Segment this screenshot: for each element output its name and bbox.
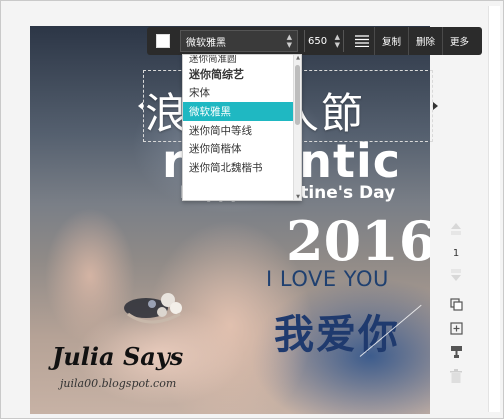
font-option[interactable]: 迷你简综艺 [183,65,301,84]
font-option-selected[interactable]: 微软雅黑 [183,102,301,121]
font-family-select[interactable]: 微软雅黑 ▲ ▼ [180,30,298,52]
selection-handle-left[interactable] [138,102,143,110]
selection-handle-right[interactable] [433,102,438,110]
align-justify-icon[interactable] [350,30,374,52]
font-color-swatch[interactable] [156,34,170,48]
font-option[interactable]: 迷你简中等线 [183,121,301,140]
year-text[interactable]: 2016 [286,209,430,273]
chevron-updown-icon: ▲ ▼ [286,33,292,49]
layer-up-icon[interactable] [448,220,464,236]
scroll-up-icon[interactable]: ▲ [294,55,301,61]
add-page-icon[interactable] [448,320,464,336]
format-brush-icon[interactable] [448,344,464,360]
more-button[interactable]: 更多 [442,27,476,55]
font-size-value: 650 [308,35,328,47]
duplicate-icon[interactable] [448,296,464,312]
text-toolbar: 微软雅黑 ▲ ▼ 650 ▲ ▼ 复制 删除 更多 [147,27,482,55]
scrollbar-thumb[interactable] [295,65,300,125]
chinese-love-text[interactable]: 我爱你 [274,302,400,360]
font-option[interactable]: 迷你简北魏楷书 [183,158,301,177]
dropdown-scrollbar[interactable]: ▲ ▼ [293,55,301,200]
delete-button[interactable]: 删除 [408,27,442,55]
chevron-updown-icon: ▲ ▼ [334,33,340,49]
font-family-dropdown: 迷你简准圆 迷你简综艺 宋体 微软雅黑 迷你简中等线 迷你简楷体 迷你简北魏楷书… [182,54,302,201]
copy-button[interactable]: 复制 [374,27,408,55]
ring-image [124,293,182,324]
layer-level: 1 [452,248,460,259]
i-love-you-text[interactable]: I LOVE YOU [266,267,389,291]
layer-down-icon[interactable] [448,268,464,284]
watermark-url: juila00.blogspot.com [60,377,177,390]
font-option[interactable]: 宋体 [183,84,301,103]
trash-icon[interactable] [448,368,464,384]
scroll-down-icon[interactable]: ▼ [294,194,301,200]
font-size-select[interactable]: 650 ▲ ▼ [304,30,344,52]
right-scroll-gutter[interactable] [488,6,500,412]
watermark-title: Julia Says [52,342,184,371]
font-option[interactable]: 迷你简准圆 [183,55,301,65]
font-family-value: 微软雅黑 [186,37,226,49]
font-option[interactable]: 迷你简楷体 [183,139,301,158]
